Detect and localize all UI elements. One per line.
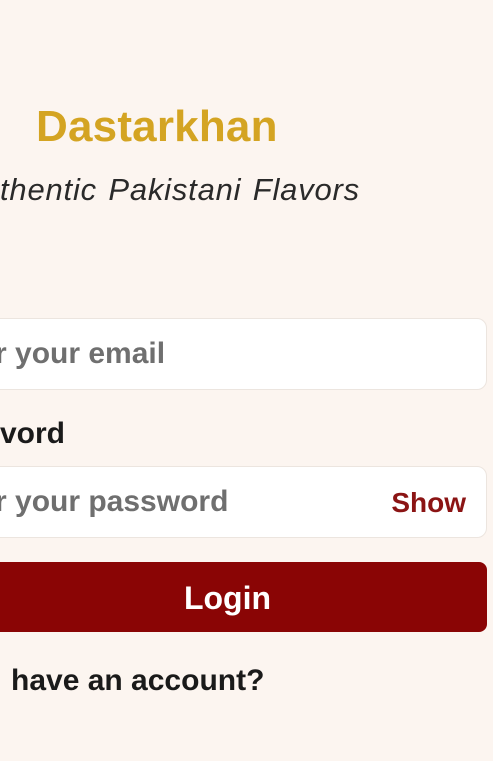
login-button-label: Login [183,580,272,616]
login-button[interactable]: Login [0,562,487,632]
password-field[interactable]: Show [0,466,487,538]
password-label: vord [0,417,66,450]
email-field[interactable] [0,318,487,390]
brand-title: Dastarkhan [36,102,278,151]
login-screen: Dastarkhan thentic Pakistani Flavors vor… [0,0,493,761]
brand-tagline: thentic Pakistani Flavors [0,172,360,207]
email-input[interactable] [0,319,465,389]
password-input[interactable] [0,467,325,537]
signup-prompt[interactable]: have an account? [11,664,264,698]
show-password-toggle[interactable]: Show [391,487,466,519]
